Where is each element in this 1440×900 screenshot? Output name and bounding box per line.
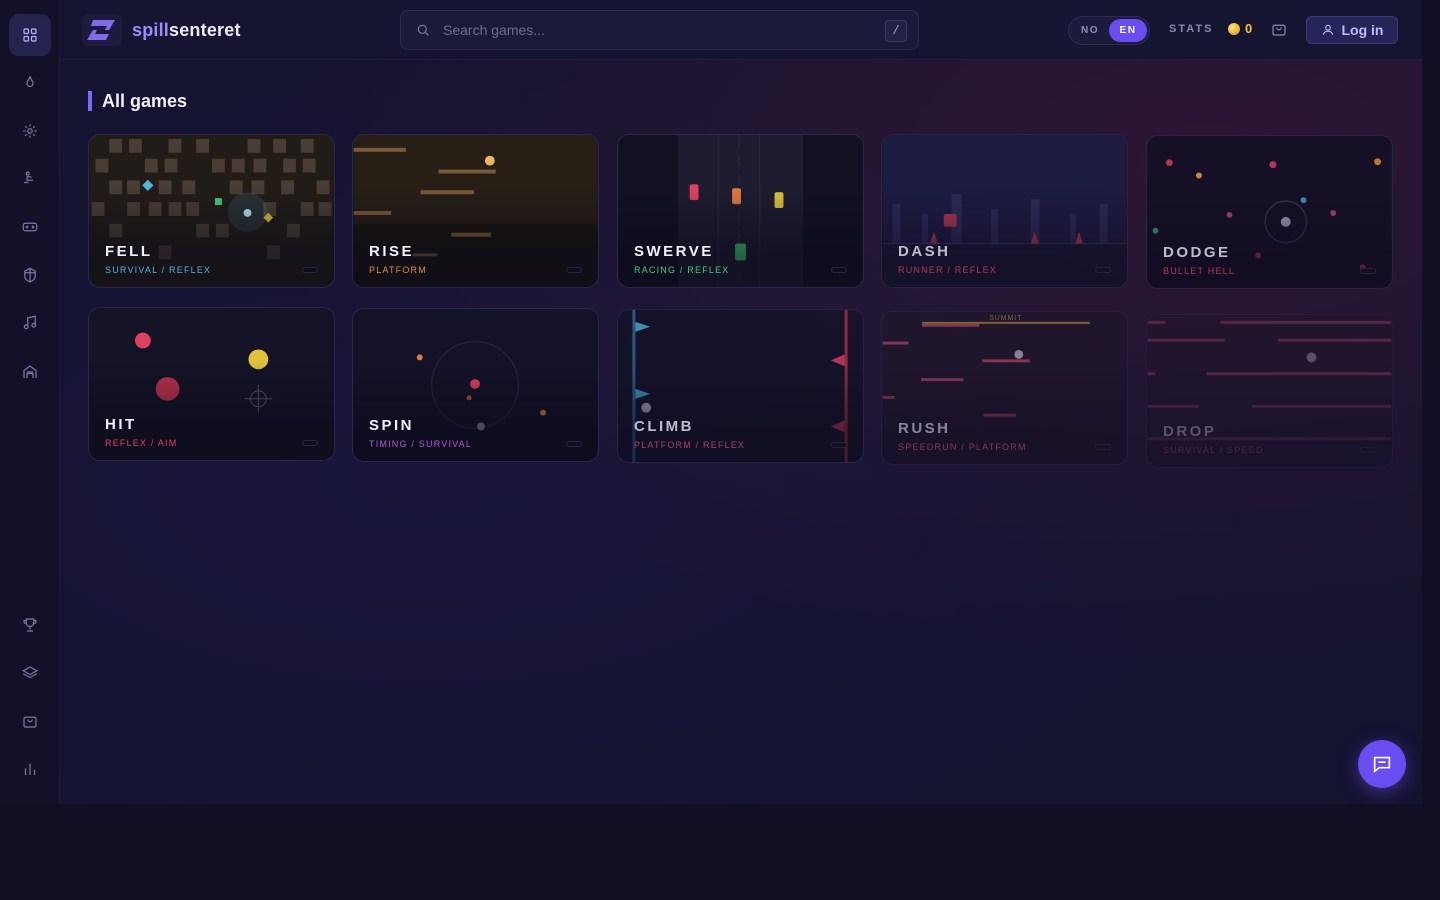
flame-icon [26,75,34,88]
game-tags: RUNNER / REFLEX [898,265,998,275]
sidebar-item-all-games[interactable] [9,14,51,56]
game-title: HIT [105,416,137,433]
game-card-hit[interactable]: HIT REFLEX / AIM [88,307,335,461]
game-card-drop[interactable]: DROP SURVIVAL / SPEED [1146,314,1393,468]
sidebar-item-action[interactable] [9,157,51,199]
chat-bubble-icon [1373,756,1391,774]
card-indicator [1095,444,1111,450]
coin-count: 0 [1245,21,1253,36]
user-icon [1322,24,1333,35]
game-card-spin[interactable]: SPIN TIMING / SURVIVAL [352,308,599,462]
game-title: FELL [105,243,153,260]
card-indicator [566,267,582,273]
building-icon [23,365,37,378]
game-tags: SURVIVAL / SPEED [1163,445,1264,455]
game-title: SPIN [369,417,415,434]
language-option-no[interactable]: NO [1071,19,1109,42]
game-title: DASH [898,243,951,260]
sidebar-item-puzzle[interactable] [9,254,51,296]
section-title: All games [88,91,187,111]
sidebar-item-shop[interactable] [9,700,51,742]
game-title: RISE [369,243,415,260]
trophy-icon [23,618,37,632]
game-card-rush[interactable]: SUMMIT RUSH SPEEDRUN / PLATFORM [881,311,1128,465]
game-card-rise[interactable]: RISE PLATFORM [352,134,599,288]
game-tags: REFLEX / AIM [105,438,178,448]
game-title: DODGE [1163,244,1231,261]
brand-logo[interactable]: spillsenteret [82,14,241,46]
bar-chart-icon [24,763,36,775]
game-card-dodge[interactable]: DODGE BULLET HELL [1146,135,1393,289]
game-tags: PLATFORM [369,265,427,275]
card-indicator [831,442,847,448]
search-shortcut-key: / [885,20,907,42]
brand-name-accent: spill [132,19,170,40]
top-bar: spillsenteret / NO EN STATS 0 Log in [60,0,1422,60]
game-card-fell[interactable]: FELL SURVIVAL / REFLEX [88,134,335,288]
game-card-dash[interactable]: DASH RUNNER / REFLEX [881,134,1128,288]
stats-link[interactable]: STATS [1169,23,1213,35]
game-tags: BULLET HELL [1163,266,1236,276]
brand-name-rest: senteret [169,19,241,40]
coin-icon [1228,22,1240,35]
layers-icon [22,666,38,679]
game-tags: PLATFORM / REFLEX [634,440,746,450]
game-title: CLIMB [634,418,694,435]
card-indicator [831,267,847,273]
language-option-en[interactable]: EN [1109,19,1147,42]
sparkle-icon [23,124,37,138]
sidebar-item-music[interactable] [9,302,51,344]
music-icon [23,315,37,330]
language-toggle[interactable]: NO EN [1068,16,1150,45]
game-tags: SPEEDRUN / PLATFORM [898,442,1027,452]
sidebar-item-leaderboard[interactable] [9,604,51,646]
grid-icon [23,28,37,42]
login-button[interactable]: Log in [1306,16,1398,44]
sidebar [0,0,60,804]
game-tags: SURVIVAL / REFLEX [105,265,212,275]
sidebar-item-arcade[interactable] [9,206,51,248]
sidebar-item-stats[interactable] [9,748,51,790]
runner-icon [24,171,33,184]
game-card-swerve[interactable]: SWERVE RACING / REFLEX [617,134,864,288]
search-input[interactable] [443,22,918,38]
game-tags: RACING / REFLEX [634,265,730,275]
chat-button[interactable] [1358,740,1406,788]
login-label: Log in [1341,22,1384,38]
card-indicator [566,441,582,447]
search-bar: / [400,10,919,50]
logo-mark-icon [82,14,122,46]
card-indicator [302,440,318,446]
card-indicator [302,267,318,273]
game-card-climb[interactable]: CLIMB PLATFORM / REFLEX [617,309,864,463]
cart-button[interactable] [1270,20,1288,43]
card-indicator [1360,447,1376,453]
game-title: SWERVE [634,243,714,260]
sidebar-item-popular[interactable] [9,61,51,103]
app-window: spillsenteret / NO EN STATS 0 Log in All… [0,0,1422,804]
coin-balance[interactable]: 0 [1228,21,1252,36]
bag-icon [23,716,37,728]
game-title: DROP [1163,423,1217,440]
search-icon [417,24,429,36]
game-title: RUSH [898,420,951,437]
gem-icon [24,267,36,283]
brand-name: spillsenteret [132,20,241,41]
card-indicator [1360,268,1376,274]
bag-icon [1272,24,1286,36]
gamepad-icon [22,222,38,232]
sidebar-item-collections[interactable] [9,652,51,694]
game-tags: TIMING / SURVIVAL [369,439,473,449]
sidebar-item-classic[interactable] [9,351,51,393]
sidebar-item-new[interactable] [9,110,51,152]
card-indicator [1095,267,1111,273]
